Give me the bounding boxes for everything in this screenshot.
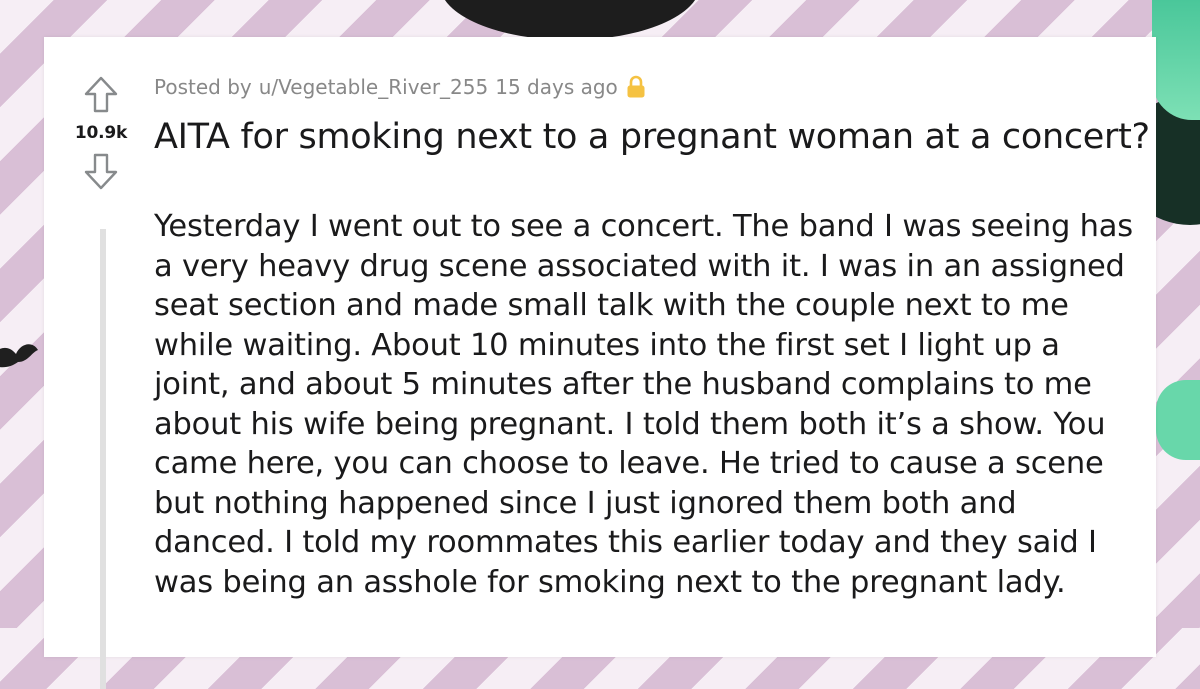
thread-line (100, 229, 106, 689)
background-decoration-green-top (1152, 0, 1200, 120)
mustache-icon (0, 344, 38, 368)
background-decoration-green-bottom (1156, 380, 1200, 460)
background-decoration-ball (440, 0, 700, 40)
post-title[interactable]: AITA for smoking next to a pregnant woma… (154, 117, 1150, 157)
lock-icon (627, 75, 645, 98)
username-link[interactable]: u/Vegetable_River_255 (259, 75, 489, 99)
post-time: 15 days ago (495, 75, 618, 99)
post-card: 10.9k Posted by u/Vegetable_River_255 15… (44, 37, 1156, 689)
arrow-up-icon[interactable] (83, 75, 119, 115)
arrow-down-icon[interactable] (83, 151, 119, 191)
post-meta: Posted by u/Vegetable_River_255 15 days … (154, 75, 646, 99)
vote-count: 10.9k (74, 123, 128, 143)
vote-column: 10.9k (66, 75, 136, 191)
post-body: Yesterday I went out to see a concert. T… (154, 209, 1133, 600)
posted-by-label: Posted by (154, 75, 252, 99)
